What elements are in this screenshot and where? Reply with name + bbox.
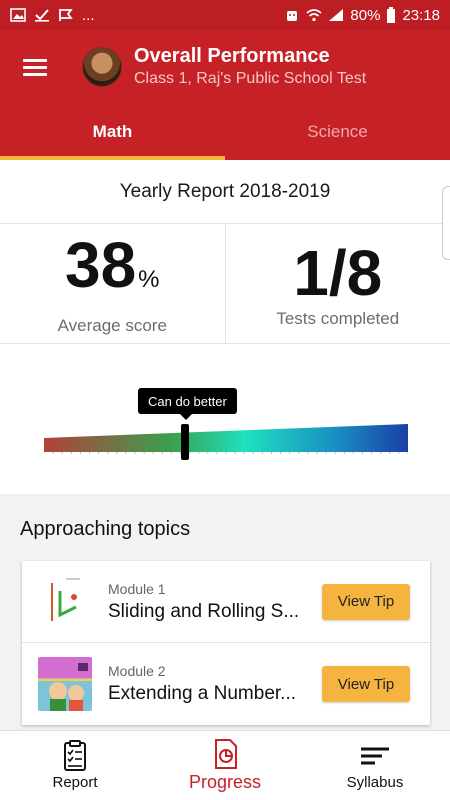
signal-icon [329, 9, 344, 21]
hamburger-icon [23, 55, 47, 80]
check-notification-icon [35, 9, 49, 22]
gauge-marker [181, 424, 189, 460]
nav-report[interactable]: Report [0, 731, 150, 800]
topic-thumbnail-icon [38, 657, 92, 711]
more-notifications: ... [82, 6, 95, 24]
topic-item[interactable]: Module 1 Sliding and Rolling S... View T… [22, 561, 430, 643]
view-tip-button[interactable]: View Tip [322, 583, 410, 620]
average-score-stat: 38% Average score [0, 224, 225, 343]
tab-science[interactable]: Science [225, 104, 450, 160]
flag-notification-icon [59, 9, 73, 21]
app-bar: Overall Performance Class 1, Raj's Publi… [0, 30, 450, 104]
gauge-tooltip: Can do better [138, 388, 237, 420]
average-score-number: 38 [64, 229, 137, 301]
menu-button[interactable] [0, 30, 70, 104]
syllabus-lines-icon [361, 747, 389, 765]
topic-name: Extending a Number... [108, 683, 296, 704]
topic-thumbnail-icon [38, 574, 92, 629]
average-score-value: 38% [65, 231, 160, 314]
nav-syllabus-label: Syllabus [346, 774, 404, 791]
topic-text: Module 1 Sliding and Rolling S... [108, 581, 308, 623]
nav-report-label: Report [52, 774, 98, 791]
status-bar: ... 80% 23:18 [0, 0, 450, 30]
status-system: 80% 23:18 [284, 7, 440, 24]
tab-math[interactable]: Math [0, 104, 225, 160]
yearly-report-card: Yearly Report 2018-2019 38% Average scor… [0, 160, 450, 494]
header-titles: Overall Performance Class 1, Raj's Publi… [134, 44, 366, 90]
gauge-bar [44, 424, 408, 454]
avatar[interactable] [82, 47, 122, 87]
tests-completed-label: Tests completed [276, 308, 400, 328]
performance-gauge: Can do better [0, 344, 450, 494]
topic-name: Sliding and Rolling S... [108, 600, 300, 622]
wifi-icon [306, 9, 322, 22]
android-icon [287, 11, 298, 21]
stats-row: 38% Average score 1/8 Tests completed [0, 224, 450, 344]
average-score-unit: % [138, 266, 160, 293]
scroll-handle[interactable] [442, 186, 450, 260]
topic-text: Module 2 Extending a Number... [108, 663, 308, 705]
page-title: Overall Performance [134, 45, 330, 67]
clipboard-checklist-icon [64, 740, 86, 771]
progress-chart-icon [215, 739, 237, 769]
average-score-label: Average score [57, 316, 167, 335]
nav-progress[interactable]: Progress [150, 731, 300, 800]
topic-module: Module 1 [108, 580, 166, 597]
topic-list: Module 1 Sliding and Rolling S... View T… [22, 561, 430, 725]
topic-module: Module 2 [108, 663, 166, 679]
battery-icon [387, 7, 396, 23]
approaching-topics-heading: Approaching topics [20, 518, 191, 540]
tests-completed-stat: 1/8 Tests completed [224, 224, 450, 343]
page-subtitle: Class 1, Raj's Public School Test [134, 70, 367, 87]
subject-tabs: Math Science [0, 104, 450, 160]
status-notifications: ... [10, 7, 95, 24]
image-notification-icon [10, 8, 26, 22]
battery-percent: 80% [350, 6, 381, 24]
report-title: Yearly Report 2018-2019 [0, 160, 450, 224]
nav-progress-label: Progress [188, 772, 262, 792]
view-tip-button[interactable]: View Tip [322, 666, 410, 702]
topic-item[interactable]: Module 2 Extending a Number... View Tip [22, 643, 430, 725]
tests-completed-value: 1/8 [293, 236, 383, 309]
nav-syllabus[interactable]: Syllabus [300, 731, 450, 800]
bottom-navigation: Report Progress Syllabus [0, 730, 450, 800]
clock: 23:18 [402, 6, 440, 24]
